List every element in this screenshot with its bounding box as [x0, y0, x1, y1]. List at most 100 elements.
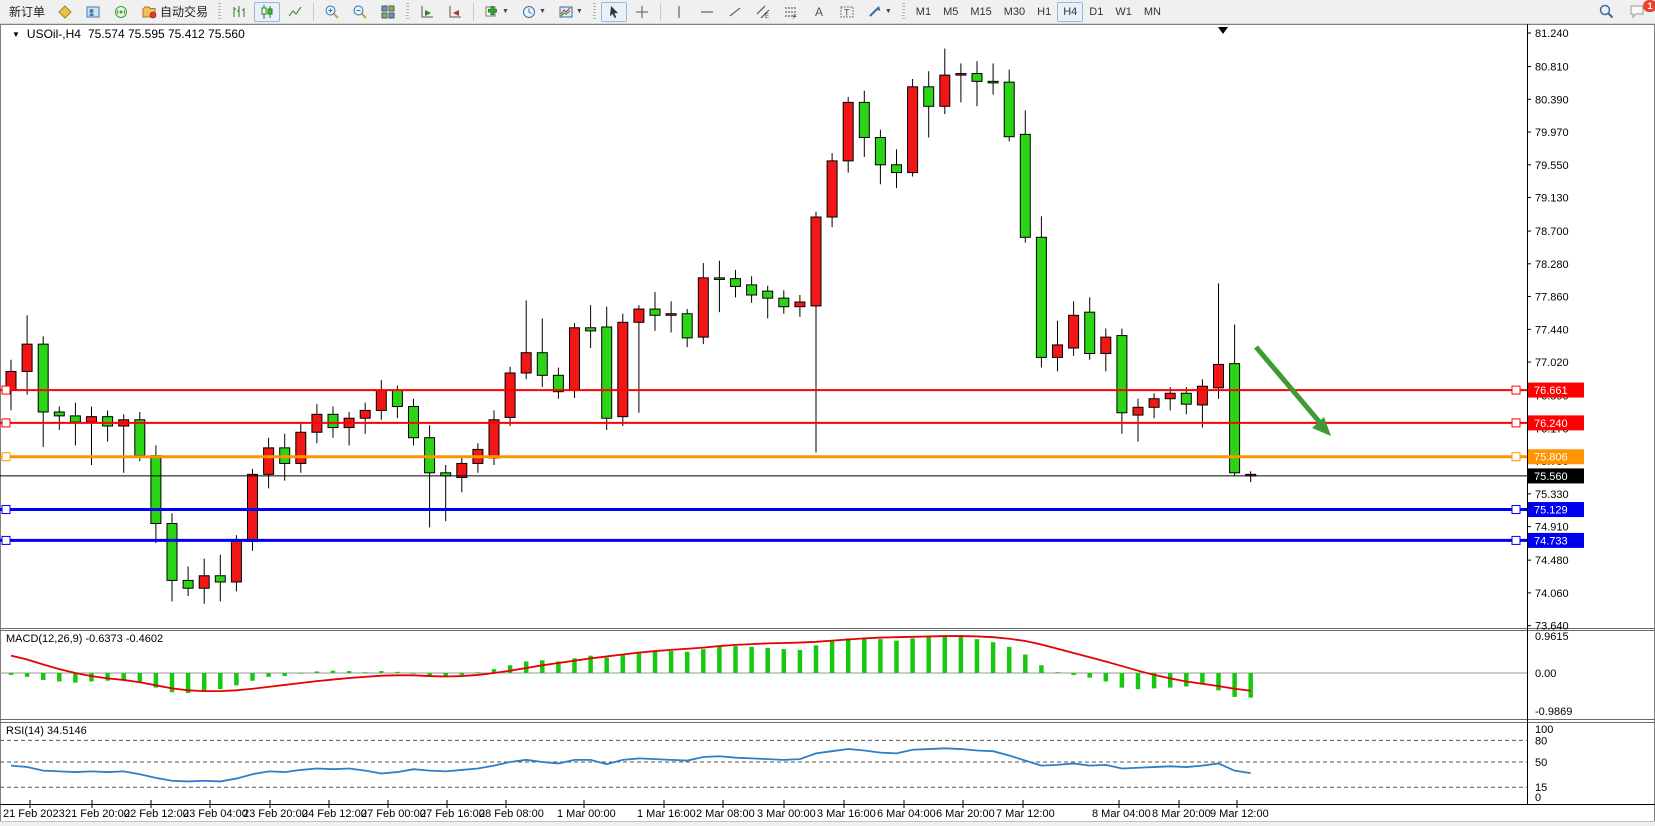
candle-body: [1214, 364, 1224, 387]
candle-body: [38, 344, 48, 412]
candle-body: [698, 278, 708, 337]
candle-body: [972, 74, 982, 82]
price-badge-label: 74.733: [1534, 535, 1568, 547]
candle-body: [666, 314, 676, 316]
time-tick-label: 9 Mar 12:00: [1210, 808, 1269, 820]
candle-body: [843, 102, 853, 160]
candle-body: [1101, 337, 1111, 353]
time-tick-label: 21 Feb 20:00: [65, 808, 130, 820]
rsi-indicator-label: RSI(14) 34.5146: [6, 725, 87, 737]
candle-body: [618, 322, 628, 416]
time-tick-label: 23 Feb 20:00: [243, 808, 308, 820]
time-tick-label: 2 Mar 08:00: [696, 808, 755, 820]
candle-body: [811, 217, 821, 306]
candle-body: [1020, 134, 1030, 237]
line-handle[interactable]: [2, 453, 10, 461]
candle-body: [392, 390, 402, 406]
line-handle[interactable]: [1512, 453, 1520, 461]
time-tick-label: 8 Mar 04:00: [1092, 808, 1151, 820]
collapse-triangle-icon[interactable]: ▼: [12, 30, 20, 39]
candle-body: [1149, 399, 1159, 408]
candle-body: [714, 278, 724, 280]
time-tick-label: 6 Mar 04:00: [877, 808, 936, 820]
ohlc-values: 75.574 75.595 75.412 75.560: [88, 27, 245, 41]
candle-body: [795, 302, 805, 307]
candle-body: [827, 161, 837, 217]
rsi-axis-label: 100: [1535, 724, 1553, 736]
candle-body: [135, 420, 145, 456]
time-tick-label: 27 Feb 16:00: [420, 808, 485, 820]
candle-body: [779, 298, 789, 307]
chart-canvas[interactable]: 81.24080.81080.39079.97079.55079.13078.7…: [0, 0, 1655, 826]
rsi-axis-label: 0: [1535, 792, 1541, 804]
time-tick-label: 1 Mar 16:00: [637, 808, 696, 820]
candle-body: [1069, 315, 1079, 348]
candle-body: [489, 420, 499, 458]
rsi-axis-label: 80: [1535, 735, 1547, 747]
price-badge-label: 76.240: [1534, 418, 1568, 430]
candle-body: [1053, 345, 1063, 357]
time-tick-label: 23 Feb 04:00: [183, 808, 248, 820]
candle-body: [988, 81, 998, 83]
candle-body: [747, 285, 757, 295]
candle-body: [875, 137, 885, 164]
price-tick-label: 77.440: [1535, 324, 1569, 336]
candle-body: [215, 576, 225, 582]
terminal-window: 新订单 自动交易: [0, 0, 1655, 826]
price-tick-label: 79.550: [1535, 160, 1569, 172]
macd-indicator-label: MACD(12,26,9) -0.6373 -0.4602: [6, 633, 163, 645]
price-tick-label: 81.240: [1535, 28, 1569, 40]
candle-body: [1117, 336, 1127, 413]
price-tick-label: 74.060: [1535, 588, 1569, 600]
macd-axis-label: 0.00: [1535, 668, 1556, 680]
price-tick-label: 75.330: [1535, 489, 1569, 501]
line-handle[interactable]: [2, 536, 10, 544]
candle-body: [537, 353, 547, 376]
price-badge-label: 75.129: [1534, 505, 1568, 517]
time-tick-label: 22 Feb 12:00: [124, 808, 189, 820]
time-tick-label: 27 Feb 00:00: [361, 808, 426, 820]
candle-body: [1181, 393, 1191, 404]
candle-body: [650, 309, 660, 315]
candle-body: [328, 414, 338, 427]
time-tick-label: 6 Mar 20:00: [936, 808, 995, 820]
price-tick-label: 74.910: [1535, 522, 1569, 534]
line-handle[interactable]: [2, 386, 10, 394]
time-tick-label: 24 Feb 12:00: [302, 808, 367, 820]
line-handle[interactable]: [2, 506, 10, 514]
time-tick-label: 1 Mar 00:00: [557, 808, 616, 820]
candle-body: [682, 314, 692, 338]
chart-title: ▼ USOil-,H4 75.574 75.595 75.412 75.560: [12, 27, 245, 41]
line-handle[interactable]: [1512, 419, 1520, 427]
candle-body: [103, 417, 113, 426]
candle-body: [956, 74, 966, 76]
line-handle[interactable]: [1512, 386, 1520, 394]
candle-body: [360, 410, 370, 418]
line-handle[interactable]: [1512, 536, 1520, 544]
price-tick-label: 79.970: [1535, 127, 1569, 139]
candle-body: [54, 412, 64, 416]
candle-body: [1004, 82, 1014, 137]
line-handle[interactable]: [1512, 506, 1520, 514]
price-tick-label: 74.480: [1535, 555, 1569, 567]
price-tick-label: 78.280: [1535, 259, 1569, 271]
candle-body: [940, 75, 950, 106]
time-tick-label: 3 Mar 00:00: [757, 808, 816, 820]
candle-body: [1036, 237, 1046, 357]
line-handle[interactable]: [2, 419, 10, 427]
candle-body: [521, 353, 531, 373]
price-tick-label: 80.390: [1535, 94, 1569, 106]
candle-body: [87, 417, 97, 422]
candle-body: [22, 344, 32, 371]
candle-body: [602, 327, 612, 418]
candle-body: [763, 291, 773, 298]
candle-body: [892, 165, 902, 173]
candle-body: [248, 474, 258, 541]
price-tick-label: 77.860: [1535, 292, 1569, 304]
status-strip: [0, 822, 1655, 826]
price-tick-label: 80.810: [1535, 62, 1569, 74]
candle-body: [183, 580, 193, 588]
candle-body: [634, 309, 644, 322]
candle-body: [457, 463, 467, 477]
price-tick-label: 77.020: [1535, 357, 1569, 369]
